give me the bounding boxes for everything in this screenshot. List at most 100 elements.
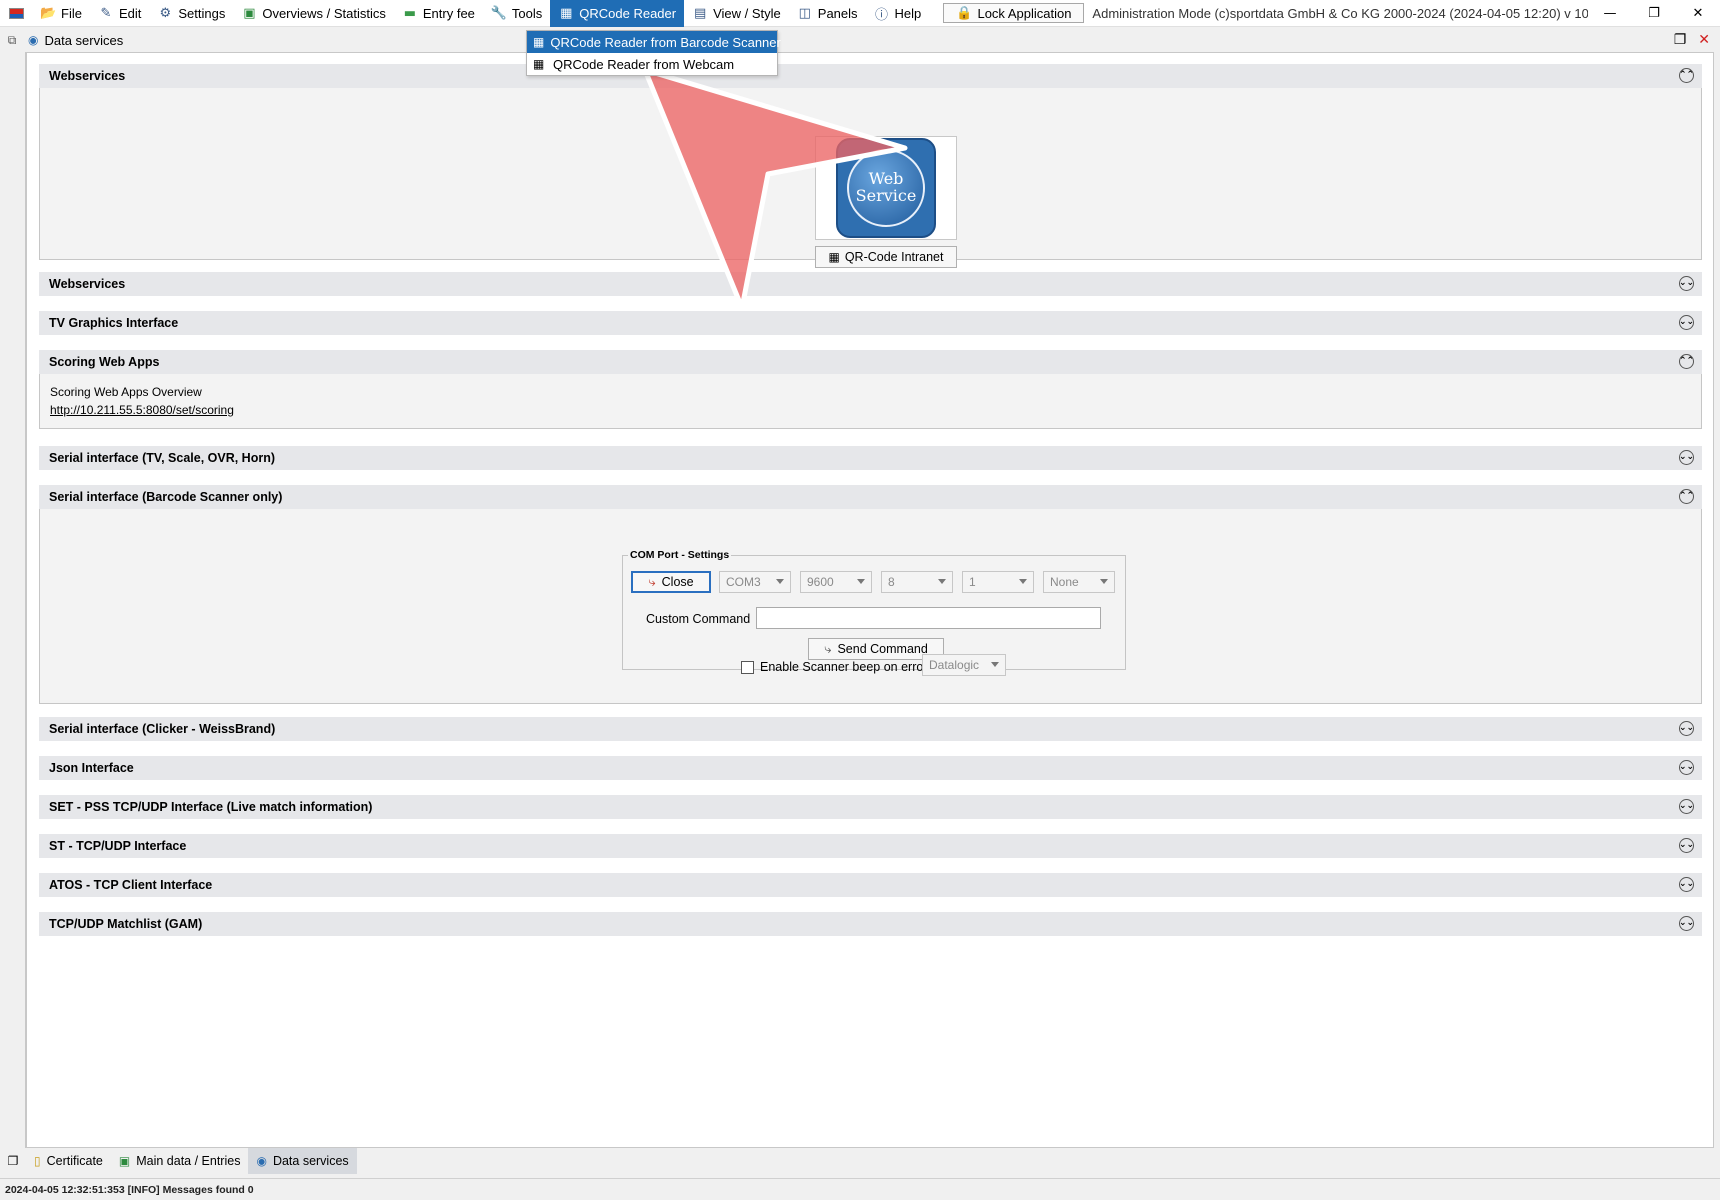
menu-entry-fee[interactable]: ▬ Entry fee: [394, 0, 483, 27]
section-title: Serial interface (Barcode Scanner only): [49, 490, 283, 504]
baud-select[interactable]: 9600: [800, 571, 872, 593]
expand-icon[interactable]: ⌄⌄: [1679, 315, 1694, 330]
expand-icon[interactable]: ⌄⌄: [1679, 760, 1694, 775]
panels-icon: ◫: [798, 6, 811, 21]
restore-button[interactable]: ❐: [1632, 0, 1676, 26]
section-title: Serial interface (TV, Scale, OVR, Horn): [49, 451, 276, 465]
money-icon: ▬: [403, 6, 417, 21]
scanner-model-select[interactable]: Datalogic: [922, 654, 1006, 676]
expand-icon[interactable]: ⌄⌄: [1679, 799, 1694, 814]
expand-icon[interactable]: ⌄⌄: [1679, 838, 1694, 853]
com-port-settings-group: COM Port - Settings ⤷ Close COM3 9600 8 …: [622, 549, 1126, 670]
scanner-model-value: Datalogic: [929, 658, 980, 672]
section-st-tcp-header[interactable]: ST - TCP/UDP Interface ⌄⌄: [39, 834, 1702, 858]
collapse-icon[interactable]: ⌃⌃: [1679, 489, 1694, 504]
web-service-tile[interactable]: Web Service: [815, 136, 957, 240]
lock-application-button[interactable]: 🔒 Lock Application: [943, 3, 1085, 23]
qr-code-intranet-button[interactable]: ▦ QR-Code Intranet: [815, 246, 957, 268]
qrcode-icon: ▦: [533, 57, 545, 71]
chevron-down-icon: [776, 579, 784, 584]
qrcode-icon: ▦: [560, 6, 573, 21]
stop-bits-value: 1: [969, 575, 976, 589]
bottom-tab-bar: ❐ ▯ Certificate ▣ Main data / Entries ◉ …: [0, 1148, 1720, 1174]
menu-item-barcode-scanner[interactable]: ▦ QRCode Reader from Barcode Scanner: [527, 31, 781, 53]
section-atos-header[interactable]: ATOS - TCP Client Interface ⌄⌄: [39, 873, 1702, 897]
tab-data-services[interactable]: ◉ Data services: [248, 1148, 357, 1174]
menu-item-webcam[interactable]: ▦ QRCode Reader from Webcam: [527, 53, 777, 75]
tab-label: Certificate: [46, 1154, 103, 1168]
close-port-button[interactable]: ⤷ Close: [631, 571, 711, 593]
close-document-icon[interactable]: ✕: [1698, 32, 1710, 48]
parity-select[interactable]: None: [1043, 571, 1115, 593]
stop-bits-select[interactable]: 1: [962, 571, 1034, 593]
chevron-down-icon: [1019, 579, 1027, 584]
menu-label: Edit: [118, 6, 142, 21]
flag-icon: [8, 7, 24, 19]
section-serial-barcode-body: COM Port - Settings ⤷ Close COM3 9600 8 …: [39, 509, 1702, 704]
scoring-link[interactable]: http://10.211.55.5:8080/set/scoring: [50, 403, 234, 417]
windows-icon[interactable]: ❐: [0, 1148, 26, 1174]
close-window-button[interactable]: ✕: [1676, 0, 1720, 26]
app-logo: [0, 0, 32, 26]
menu-file[interactable]: 📂 File: [32, 0, 90, 27]
chevron-down-icon: [1100, 579, 1108, 584]
folder-icon: 📂: [40, 6, 57, 21]
section-title: ST - TCP/UDP Interface: [49, 839, 187, 853]
web-service-icon: Web Service: [836, 138, 936, 238]
section-serial-barcode-header[interactable]: Serial interface (Barcode Scanner only) …: [39, 485, 1702, 509]
custom-command-input[interactable]: [756, 607, 1101, 629]
expand-icon[interactable]: ⌄⌄: [1679, 916, 1694, 931]
collapse-icon[interactable]: ⌃⌃: [1679, 68, 1694, 83]
close-label: Close: [661, 575, 694, 589]
port-select[interactable]: COM3: [719, 571, 791, 593]
data-bits-value: 8: [888, 575, 895, 589]
data-bits-select[interactable]: 8: [881, 571, 953, 593]
menu-tools[interactable]: 🔧 Tools: [483, 0, 550, 27]
section-serial-tv-header[interactable]: Serial interface (TV, Scale, OVR, Horn) …: [39, 446, 1702, 470]
section-webservices-2-header[interactable]: Webservices ⌄⌄: [39, 272, 1702, 296]
expand-icon[interactable]: ⌄⌄: [1679, 276, 1694, 291]
scoring-overview-label: Scoring Web Apps Overview: [50, 385, 202, 399]
section-scoring-web-apps-header[interactable]: Scoring Web Apps ⌃⌃: [39, 350, 1702, 374]
expand-icon[interactable]: ⌄⌄: [1679, 450, 1694, 465]
section-webservices-body: Web Service ▦ QR-Code Intranet: [39, 88, 1702, 268]
menu-overviews[interactable]: ▣ Overviews / Statistics: [233, 0, 394, 27]
wrench-icon: 🔧: [490, 6, 508, 21]
menu-panels[interactable]: ◫ Panels: [789, 0, 866, 27]
section-webservices-header[interactable]: Webservices ⌃⌃: [39, 64, 1702, 88]
entries-icon: ▣: [118, 1154, 131, 1168]
section-json-interface-header[interactable]: Json Interface ⌄⌄: [39, 756, 1702, 780]
minimize-button[interactable]: —: [1588, 0, 1632, 26]
beep-checkbox[interactable]: [741, 661, 754, 674]
menu-item-label: QRCode Reader from Webcam: [553, 56, 735, 72]
menu-label: Tools: [511, 6, 543, 21]
tab-main-data[interactable]: ▣ Main data / Entries: [111, 1148, 249, 1174]
lock-icon: 🔒: [956, 5, 973, 21]
section-set-pss-header[interactable]: SET - PSS TCP/UDP Interface (Live match …: [39, 795, 1702, 819]
qrcode-icon: ▦: [533, 35, 545, 49]
section-title: Webservices: [49, 69, 126, 83]
expand-icon[interactable]: ⌄⌄: [1679, 721, 1694, 736]
help-icon: ⓘ: [875, 8, 889, 23]
section-gam-header[interactable]: TCP/UDP Matchlist (GAM) ⌄⌄: [39, 912, 1702, 936]
section-title: Json Interface: [49, 761, 134, 775]
undock-icon[interactable]: ❐: [1674, 32, 1687, 48]
menu-label: Entry fee: [422, 6, 475, 21]
web-service-line2: Service: [855, 186, 917, 205]
tab-certificate[interactable]: ▯ Certificate: [26, 1148, 111, 1174]
collapse-icon[interactable]: ⌃⌃: [1679, 354, 1694, 369]
menu-help[interactable]: ⓘ Help: [866, 0, 930, 27]
menu-label: File: [61, 6, 82, 21]
menu-settings[interactable]: ⚙ Settings: [149, 0, 233, 27]
windows-icon[interactable]: ⧉: [0, 33, 24, 48]
menu-label: QRCode Reader: [579, 6, 677, 21]
section-serial-clicker-header[interactable]: Serial interface (Clicker - WeissBrand) …: [39, 717, 1702, 741]
chart-icon: ▣: [243, 6, 256, 21]
expand-icon[interactable]: ⌄⌄: [1679, 877, 1694, 892]
section-tv-graphics-header[interactable]: TV Graphics Interface ⌄⌄: [39, 311, 1702, 335]
menu-edit[interactable]: ✎ Edit: [90, 0, 149, 27]
menu-qrcode-reader[interactable]: ▦ QRCode Reader: [550, 0, 685, 27]
view-icon: ▤: [693, 6, 707, 21]
custom-command-label: Custom Command: [646, 612, 751, 626]
menu-view-style[interactable]: ▤ View / Style: [684, 0, 789, 27]
